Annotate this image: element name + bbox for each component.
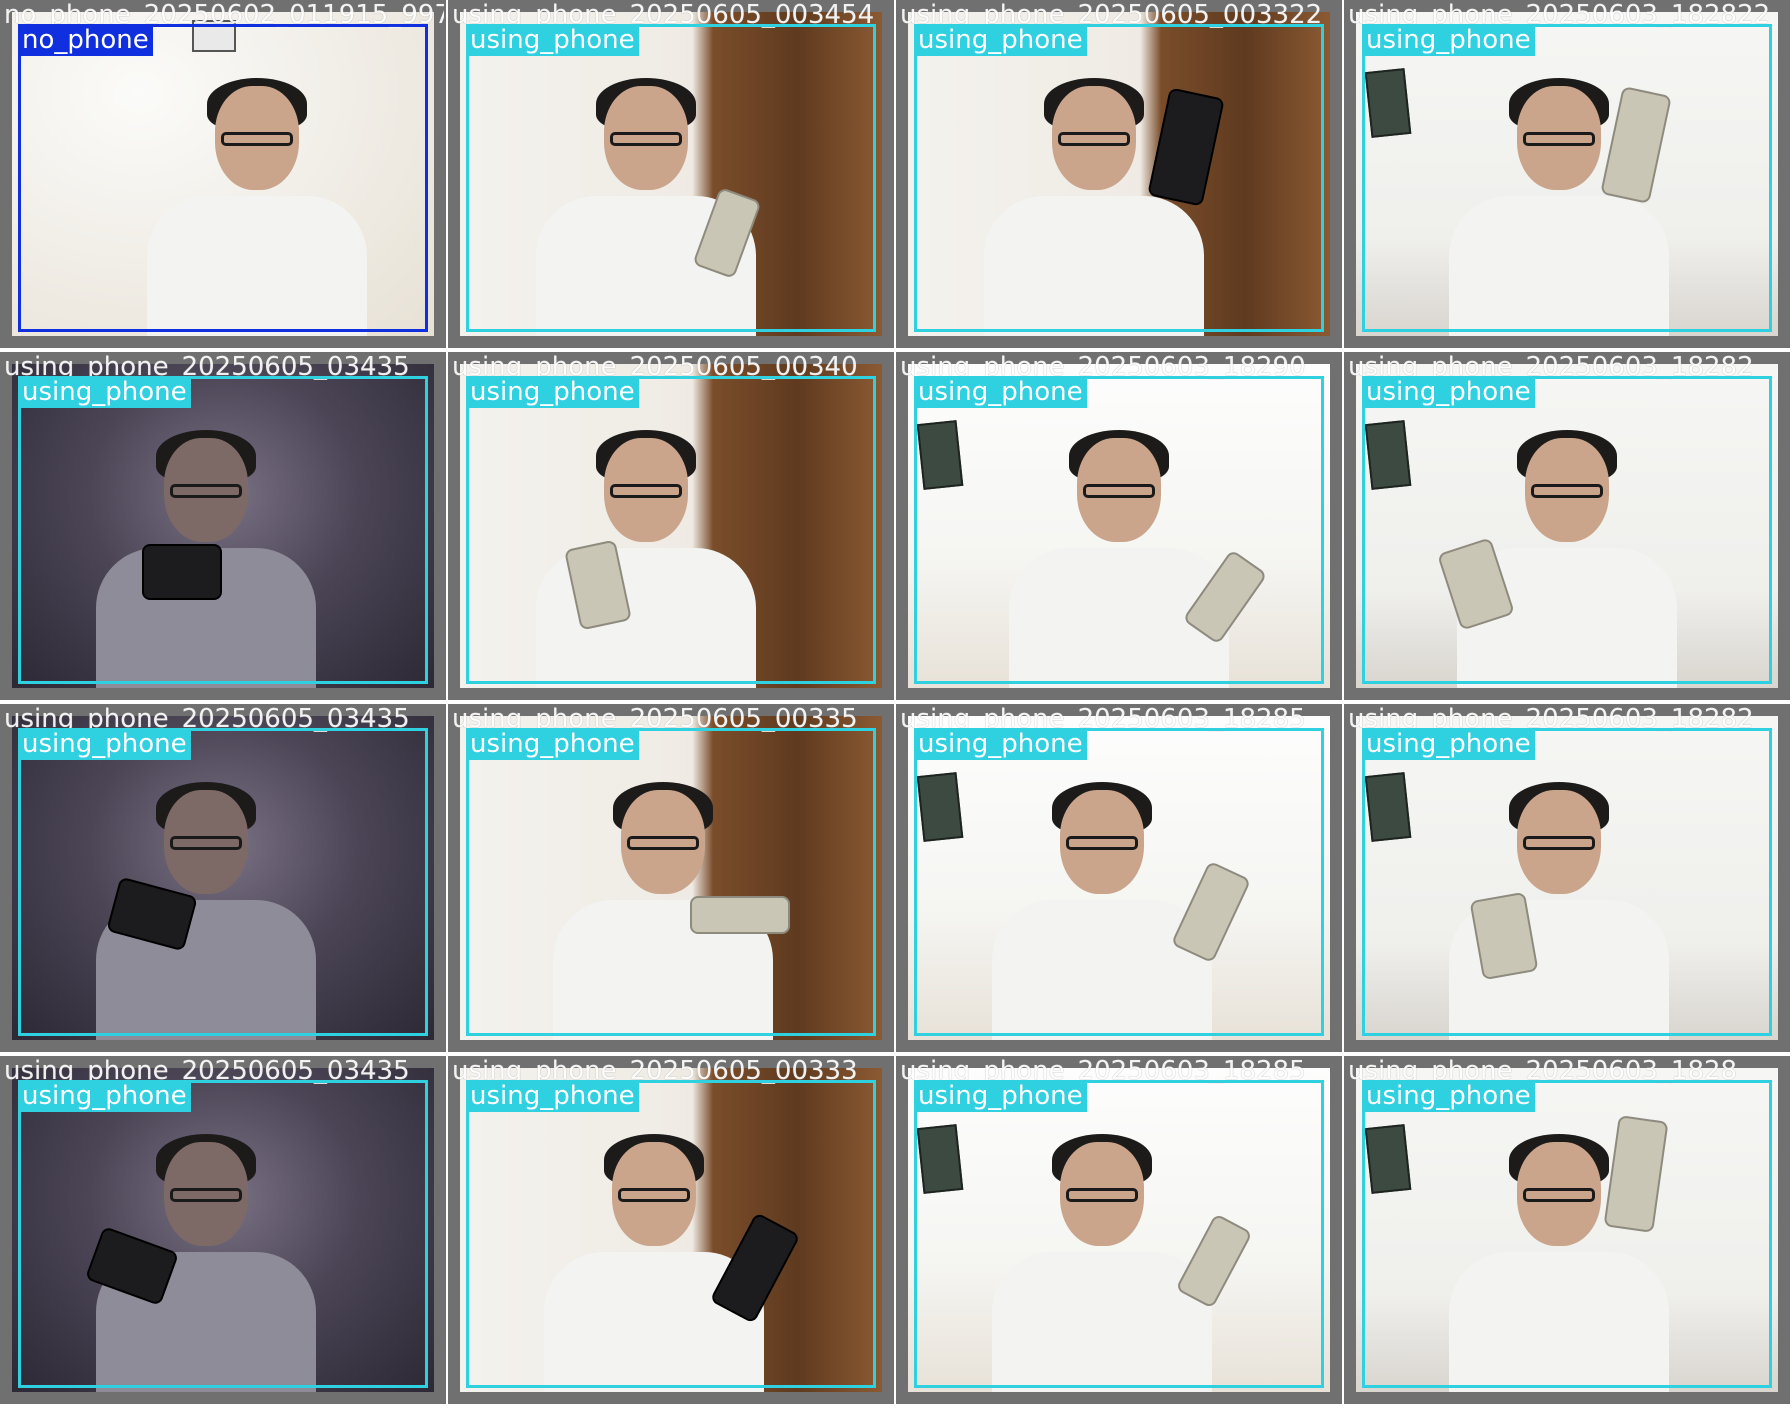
tile-r1c1: no_phone_20250602_011915_997ca0000 no_ph… <box>0 0 446 348</box>
bounding-box <box>18 376 428 684</box>
bounding-box <box>466 376 876 684</box>
tile-r4c2: using_phone_20250605_00333 using_phone <box>448 1056 894 1404</box>
tile-r1c3: using_phone_20250605_003322 using_phone <box>896 0 1342 348</box>
tile-r3c4: using_phone_20250603_18282 using_phone <box>1344 704 1790 1052</box>
tile-r2c2: using_phone_20250605_00340 using_phone <box>448 352 894 700</box>
tile-r3c1: using_phone_20250605_03435 using_phone <box>0 704 446 1052</box>
bounding-box <box>18 24 428 332</box>
bounding-box <box>914 376 1324 684</box>
class-label: using_phone <box>1362 1080 1535 1112</box>
bounding-box <box>914 728 1324 1036</box>
bounding-box <box>1362 1080 1772 1388</box>
tile-r2c1: using_phone_20250605_03435 using_phone <box>0 352 446 700</box>
bounding-box <box>18 728 428 1036</box>
class-label: using_phone <box>466 1080 639 1112</box>
bounding-box <box>18 1080 428 1388</box>
tile-r3c2: using_phone_20250605_00335 using_phone <box>448 704 894 1052</box>
class-label: using_phone <box>914 728 1087 760</box>
tile-r2c3: using_phone_20250603_18290 using_phone <box>896 352 1342 700</box>
bounding-box <box>466 24 876 332</box>
class-label: using_phone <box>466 728 639 760</box>
class-label: using_phone <box>914 24 1087 56</box>
class-label: using_phone <box>1362 728 1535 760</box>
bounding-box <box>914 1080 1324 1388</box>
bounding-box <box>914 24 1324 332</box>
class-label: using_phone <box>466 24 639 56</box>
tile-r3c3: using_phone_20250603_18285 using_phone <box>896 704 1342 1052</box>
class-label: using_phone <box>18 728 191 760</box>
class-label: using_phone <box>18 1080 191 1112</box>
class-label: using_phone <box>914 376 1087 408</box>
class-label: no_phone <box>18 24 153 56</box>
bounding-box <box>466 1080 876 1388</box>
bounding-box <box>1362 376 1772 684</box>
tile-r4c4: using_phone_20250603_1828 using_phone <box>1344 1056 1790 1404</box>
tile-r4c1: using_phone_20250605_03435 using_phone <box>0 1056 446 1404</box>
detection-mosaic: no_phone_20250602_011915_997ca0000 no_ph… <box>0 0 1792 1408</box>
class-label: using_phone <box>18 376 191 408</box>
tile-r2c4: using_phone_20250603_18282 using_phone <box>1344 352 1790 700</box>
bounding-box <box>1362 728 1772 1036</box>
tile-r4c3: using_phone_20250603_18285 using_phone <box>896 1056 1342 1404</box>
class-label: using_phone <box>1362 24 1535 56</box>
bounding-box <box>1362 24 1772 332</box>
tile-r1c2: using_phone_20250605_003454 using_phone <box>448 0 894 348</box>
tile-r1c4: using_phone_20250603_182822 using_phone <box>1344 0 1790 348</box>
bounding-box <box>466 728 876 1036</box>
class-label: using_phone <box>1362 376 1535 408</box>
class-label: using_phone <box>466 376 639 408</box>
class-label: using_phone <box>914 1080 1087 1112</box>
